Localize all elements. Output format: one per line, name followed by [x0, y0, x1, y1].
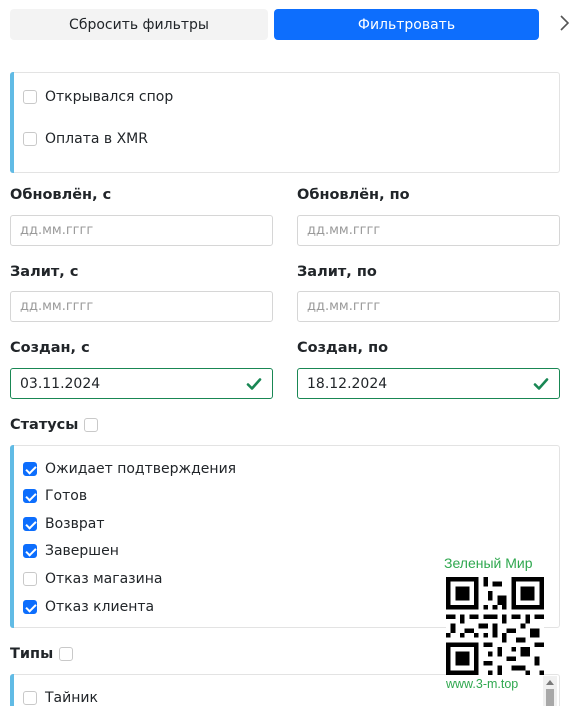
flag-xmr[interactable]: Оплата в XMR [23, 130, 148, 148]
types-heading: Типы [10, 646, 74, 662]
status-checkbox[interactable] [23, 544, 37, 558]
status-item[interactable]: Отказ магазина [23, 570, 162, 588]
chevron-right-icon[interactable] [558, 10, 570, 36]
status-checkbox[interactable] [23, 517, 37, 531]
flags-panel: Открывался спор Оплата в XMR [10, 72, 560, 173]
status-item[interactable]: Готов [23, 487, 87, 505]
status-label: Отказ клиента [45, 599, 155, 615]
filled-to-label: Залит, по [297, 264, 377, 280]
status-label: Отказ магазина [45, 571, 163, 587]
filled-from-label: Залит, с [10, 264, 79, 280]
status-checkbox[interactable] [23, 462, 37, 476]
filter-button[interactable]: Фильтровать [274, 9, 539, 40]
updated-from-input[interactable]: дд.мм.гггг [10, 215, 273, 246]
status-checkbox[interactable] [23, 572, 37, 586]
qr-code-icon [446, 577, 544, 675]
created-from-input[interactable]: 03.11.2024 [10, 368, 273, 399]
flag-dispute-label: Открывался спор [45, 89, 174, 105]
flag-xmr-label: Оплата в XMR [45, 131, 148, 147]
created-to-label: Создан, по [297, 340, 389, 356]
scroll-up-icon[interactable] [546, 680, 554, 685]
flag-dispute-checkbox[interactable] [23, 90, 37, 104]
updated-to-input[interactable]: дд.мм.гггг [297, 215, 560, 246]
filled-from-input[interactable]: дд.мм.гггг [10, 291, 273, 322]
statuses-label: Статусы [10, 417, 79, 433]
status-label: Возврат [45, 516, 105, 532]
created-to-value: 18.12.2024 [307, 375, 388, 392]
reset-filters-button[interactable]: Сбросить фильтры [10, 9, 268, 40]
type-checkbox[interactable] [23, 691, 37, 705]
panel-accent-bar [10, 72, 14, 173]
scrollbar-thumb[interactable] [546, 689, 554, 706]
check-valid-icon [533, 378, 549, 390]
watermark: Зеленый Мир www.3-m.top [440, 555, 550, 700]
updated-from-label: Обновлён, с [10, 187, 112, 203]
check-valid-icon [246, 378, 262, 390]
created-from-label: Создан, с [10, 340, 90, 356]
status-checkbox[interactable] [23, 489, 37, 503]
flag-dispute[interactable]: Открывался спор [23, 88, 173, 106]
updated-to-label: Обновлён, по [297, 187, 410, 203]
created-to-input[interactable]: 18.12.2024 [297, 368, 560, 399]
panel-accent-bar [10, 445, 14, 628]
status-label: Ожидает подтверждения [45, 461, 237, 477]
status-item[interactable]: Завершен [23, 542, 119, 560]
statuses-toggle-all-checkbox[interactable] [84, 418, 99, 432]
status-label: Завершен [45, 543, 119, 559]
types-label: Типы [10, 646, 54, 662]
type-label: Тайник [45, 690, 98, 706]
status-item[interactable]: Отказ клиента [23, 598, 154, 616]
type-item[interactable]: Тайник [23, 689, 98, 706]
filled-to-input[interactable]: дд.мм.гггг [297, 291, 560, 322]
status-item[interactable]: Ожидает подтверждения [23, 460, 236, 478]
created-from-value: 03.11.2024 [20, 375, 101, 392]
panel-accent-bar [10, 674, 14, 706]
status-checkbox[interactable] [23, 600, 37, 614]
statuses-heading: Статусы [10, 417, 99, 433]
flag-xmr-checkbox[interactable] [23, 132, 37, 146]
scrollbar[interactable] [543, 676, 557, 706]
watermark-title: Зеленый Мир [444, 555, 533, 571]
types-toggle-all-checkbox[interactable] [59, 647, 74, 661]
status-item[interactable]: Возврат [23, 515, 105, 533]
watermark-url: www.3-m.top [446, 677, 519, 691]
status-label: Готов [45, 488, 88, 504]
